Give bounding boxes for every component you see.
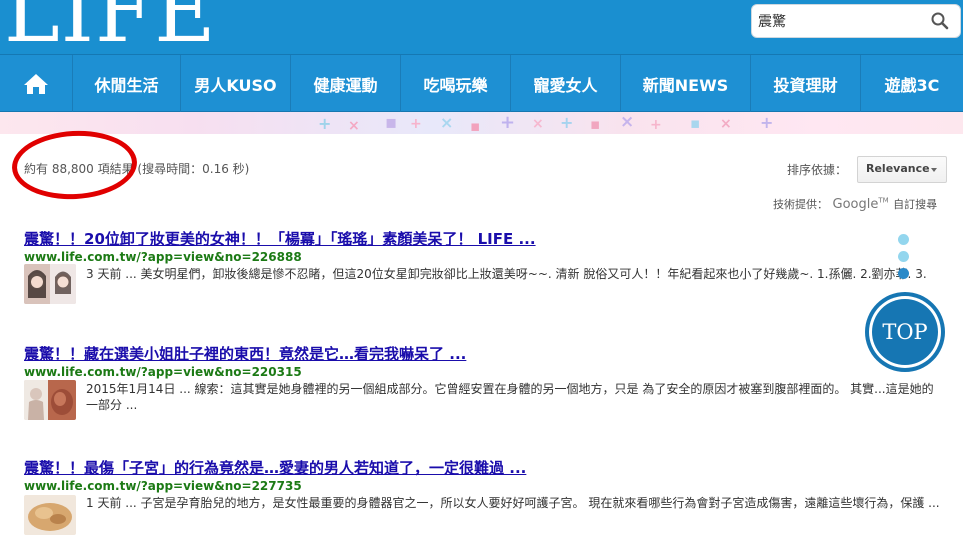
nav-item-food-fun[interactable]: 吃喝玩樂: [401, 55, 511, 113]
result-thumbnail[interactable]: [24, 495, 76, 535]
result-url: www.life.com.tw/?app=view&no=226888: [24, 250, 302, 264]
nav-item-health[interactable]: 健康運動: [291, 55, 401, 113]
result-title[interactable]: 震驚！！最傷「子宮」的行為竟然是…愛妻的男人若知道了，一定很難過 ...: [24, 457, 944, 478]
google-logo: GoogleTM: [832, 196, 889, 212]
main-nav: 休閒生活 男人KUSO 健康運動 吃喝玩樂 寵愛女人 新聞NEWS 投資理財 遊…: [0, 54, 963, 113]
powered-by: 技術提供： GoogleTM 自訂搜尋: [773, 196, 937, 212]
decorative-banner: + × ▪ + × ▪ + × + ▪ × + ▪ × +: [0, 112, 963, 134]
nav-item-women[interactable]: 寵愛女人: [511, 55, 621, 113]
search-icon[interactable]: [930, 11, 950, 31]
nav-item-leisure[interactable]: 休閒生活: [73, 55, 181, 113]
scroll-dot[interactable]: [898, 234, 909, 245]
annotation-circle: [10, 127, 139, 203]
result-title[interactable]: 震驚！！20位卸了妝更美的女神！！「楊冪」「瑤瑤」素顏美呆了！ LIFE ...: [24, 228, 944, 249]
site-logo[interactable]: LIFE: [4, 0, 217, 54]
site-header: LIFE: [0, 0, 963, 54]
search-input[interactable]: [758, 11, 918, 31]
scroll-dot[interactable]: [898, 268, 909, 279]
result-url: www.life.com.tw/?app=view&no=220315: [24, 365, 302, 379]
search-result: 震驚！！最傷「子宮」的行為竟然是…愛妻的男人若知道了，一定很難過 ... www…: [24, 457, 944, 535]
scroll-dot[interactable]: [898, 251, 909, 262]
powered-by-label: 技術提供：: [773, 198, 828, 211]
search-result: 震驚！！藏在選美小姐肚子裡的東西！竟然是它…看完我嚇呆了 ... www.lif…: [24, 343, 944, 420]
sort-dropdown[interactable]: Relevance: [857, 156, 947, 183]
nav-item-men-kuso[interactable]: 男人KUSO: [181, 55, 291, 113]
chevron-down-icon: [931, 168, 937, 172]
search-result: 震驚！！20位卸了妝更美的女神！！「楊冪」「瑤瑤」素顏美呆了！ LIFE ...…: [24, 228, 944, 304]
result-title[interactable]: 震驚！！藏在選美小姐肚子裡的東西！竟然是它…看完我嚇呆了 ...: [24, 343, 944, 364]
nav-item-finance[interactable]: 投資理財: [751, 55, 861, 113]
back-to-top-button[interactable]: TOP: [869, 296, 941, 368]
nav-home[interactable]: [0, 55, 73, 113]
nav-item-news[interactable]: 新聞NEWS: [621, 55, 751, 113]
sort-value: Relevance: [866, 162, 930, 175]
custom-search-label: 自訂搜尋: [893, 198, 938, 211]
result-snippet: 3 天前 ... 美女明星們，卸妝後總是慘不忍睹，但這20位女星卸完妝卻比上妝還…: [86, 267, 927, 281]
nav-item-games-3c[interactable]: 遊戲3C: [861, 55, 963, 113]
home-icon: [24, 74, 48, 94]
search-box[interactable]: [751, 4, 961, 38]
result-url: www.life.com.tw/?app=view&no=227735: [24, 479, 302, 493]
result-thumbnail[interactable]: [24, 380, 76, 420]
result-snippet: 1 天前 ... 子宮是孕育胎兒的地方，是女性最重要的身體器官之一，所以女人要好…: [86, 496, 940, 510]
result-snippet: 2015年1月14日 ... 線索：這其實是她身體裡的另一個組成部分。它曾經安置…: [86, 382, 934, 412]
sort-label: 排序依據：: [787, 163, 848, 177]
result-thumbnail[interactable]: [24, 264, 76, 304]
scroll-indicator: [898, 234, 909, 285]
